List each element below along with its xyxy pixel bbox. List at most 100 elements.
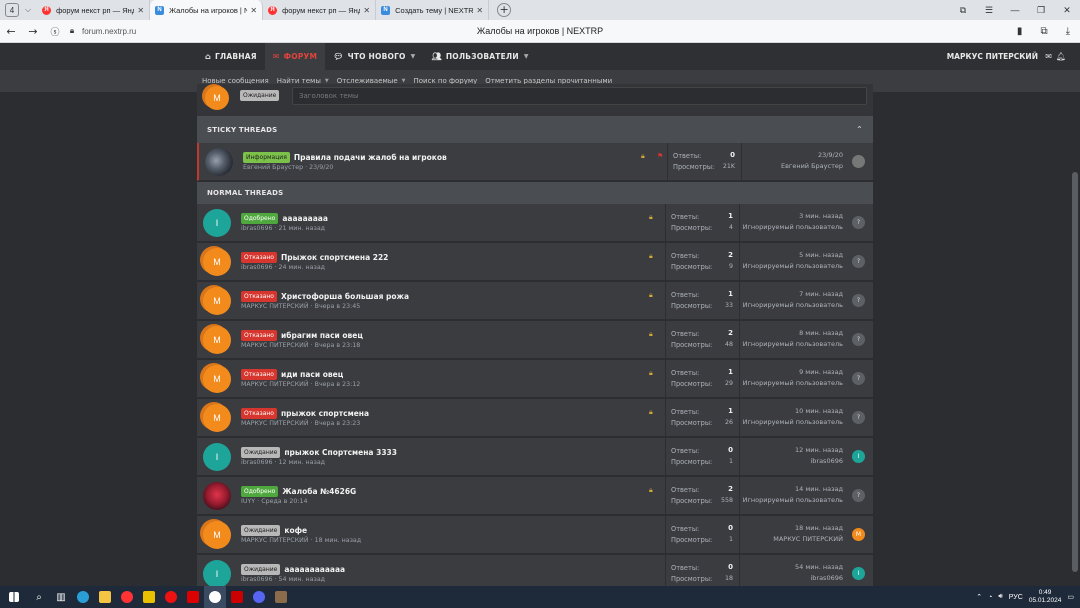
last-post-user[interactable]: ibras0696 [810,457,843,465]
status-badge[interactable]: Отказано [241,252,277,263]
thread-title[interactable]: Правила подачи жалоб на игроков [294,153,447,162]
thread-author[interactable]: ibras0696 [241,264,273,271]
avatar[interactable]: М [203,287,231,315]
thread-row[interactable]: М Ожидание кофе МАРКУС ПИТЕРСКИЙ · 18 мин. … [197,516,873,554]
close-window-button[interactable]: ✕ [1054,5,1080,16]
thread-title[interactable]: Жалоба №4626G [282,487,356,496]
tab-count-button[interactable]: 4 [5,3,19,17]
minimize-button[interactable]: — [1002,5,1028,15]
thread-date[interactable]: Вчера в 23:23 [315,420,361,427]
app2-icon[interactable] [226,586,248,608]
last-post-user[interactable]: Игнорируемый пользователь [743,262,843,270]
nav-item[interactable]: 💬︎ ЧТО НОВОГО ▼ [325,43,423,70]
last-post-avatar[interactable]: ? [852,372,865,385]
thread-author[interactable]: МАРКУС ПИТЕРСКИЙ [241,342,309,349]
thread-row[interactable]: М Отказано прыжок спортсмена МАРКУС ПИТЕРСК… [197,399,873,437]
last-post-time[interactable]: 12 мин. назад [795,446,843,454]
thread-row[interactable]: М Отказано ибрагим паси овец МАРКУС ПИТЕРСК… [197,321,873,359]
thread-author[interactable]: МАРКУС ПИТЕРСКИЙ [241,420,309,427]
thread-row[interactable]: Одобрено Жалоба №4626G IUYY · Среда в 20:1… [197,477,873,515]
status-badge[interactable]: Отказано [241,291,277,302]
file-explorer-icon[interactable] [94,586,116,608]
thread-date[interactable]: 21 мин. назад [279,225,326,232]
sticky-thread-row[interactable]: Информация Правила подачи жалоб на игроко… [197,143,873,181]
nav-item[interactable]: ✉ ФОРУМ [264,43,326,70]
back-icon[interactable]: ← [0,25,22,38]
opera-icon[interactable] [160,586,182,608]
chevron-up-icon[interactable]: ⌃ [976,593,982,601]
avatar[interactable]: М [203,248,231,276]
scrollbar-thumb[interactable] [1072,172,1078,572]
caret-down-icon[interactable]: ▼ [524,53,529,60]
last-post-avatar[interactable]: М [852,528,865,541]
chevron-up-icon[interactable]: ⌃ [856,125,863,134]
thread-date[interactable]: 18 мин. назад [315,537,362,544]
thread-date[interactable]: 23/9/20 [309,164,333,171]
app-icon[interactable] [138,586,160,608]
extensions-icon[interactable]: ⧉ [1040,26,1047,37]
thread-row[interactable]: I Ожидание аааааааааааа ibras0696 · 54 мин.… [197,555,873,586]
thread-title[interactable]: прыжок спортсмена [281,409,369,418]
thread-author[interactable]: ibras0696 [241,459,273,466]
task-view-icon[interactable]: ▥ [50,586,72,608]
thread-row[interactable]: М Отказано Христофорша большая рожа МАРКУС … [197,282,873,320]
last-post-user[interactable]: Игнорируемый пользователь [743,223,843,231]
thread-row[interactable]: I Ожидание прыжок Спортсмена 3333 ibras0696… [197,438,873,476]
last-post-avatar[interactable]: ? [852,411,865,424]
user-menu[interactable]: МАРКУС ПИТЕРСКИЙ [947,52,1038,61]
browser-tab[interactable]: N Создать тему | NEXTRP ✕ [376,0,490,20]
close-tab-icon[interactable]: ✕ [476,6,483,15]
yandex-browser-icon[interactable] [204,586,226,608]
thread-date[interactable]: Среда в 20:14 [261,498,307,505]
status-badge[interactable]: Ожидание [241,525,281,536]
status-badge[interactable]: Отказано [241,330,277,341]
forward-icon[interactable]: → [22,25,44,38]
notifications-icon[interactable]: ▭ [1067,593,1074,601]
last-post-user[interactable]: Игнорируемый пользователь [743,496,843,504]
youtube-icon[interactable] [182,586,204,608]
edge-icon[interactable] [72,586,94,608]
thread-author[interactable]: МАРКУС ПИТЕРСКИЙ [241,381,309,388]
bookmarks-icon[interactable]: ☰ [976,5,1002,16]
thread-date[interactable]: 54 мин. назад [279,576,326,583]
thread-title-input[interactable]: Заголовок темы [292,87,867,105]
last-post-avatar[interactable]: ? [852,294,865,307]
volume-icon[interactable]: 🔊︎ [998,593,1002,601]
thread-author[interactable]: МАРКУС ПИТЕРСКИЙ [241,537,309,544]
last-post-time[interactable]: 9 мин. назад [799,368,843,376]
language-indicator[interactable]: РУС [1009,594,1023,601]
last-post-avatar[interactable] [852,155,865,168]
thread-title[interactable]: Христофорша большая рожа [281,292,409,301]
thread-title[interactable]: иди паси овец [281,370,343,379]
last-post-user[interactable]: Игнорируемый пользователь [743,301,843,309]
thread-author[interactable]: ibras0696 [241,225,273,232]
network-icon[interactable]: ◔ [988,594,992,601]
status-badge[interactable]: Отказано [241,369,277,380]
caret-down-icon[interactable]: ▼ [411,53,416,60]
search-icon[interactable]: ⌕ [28,586,50,608]
last-post-time[interactable]: 8 мин. назад [799,329,843,337]
status-badge[interactable]: Ожидание [241,447,281,458]
restore-button[interactable]: ❐ [1028,5,1054,16]
last-post-avatar[interactable]: ? [852,489,865,502]
last-post-time[interactable]: 3 мин. назад [799,212,843,220]
avatar[interactable]: М [203,326,231,354]
last-post-avatar[interactable]: ? [852,216,865,229]
collections-icon[interactable]: ⧉ [950,5,976,16]
thread-date[interactable]: 12 мин. назад [279,459,326,466]
nav-item[interactable]: 👥︎ ПОЛЬЗОВАТЕЛИ ▼ [423,43,536,70]
yandex-icon[interactable] [116,586,138,608]
thread-title[interactable]: Прыжок спортсмена 222 [281,253,388,262]
avatar[interactable] [203,482,231,510]
last-post-time[interactable]: 14 мин. назад [795,485,843,493]
avatar[interactable]: I [203,560,231,586]
bell-icon[interactable]: 🔔︎ [1056,52,1066,61]
browser-tab[interactable]: N Жалобы на игроков | N ✕ [150,0,264,20]
chevron-down-icon[interactable]: ⌵ [25,5,31,15]
status-badge[interactable]: Одобрено [241,213,279,224]
close-tab-icon[interactable]: ✕ [250,6,257,15]
thread-date[interactable]: Вчера в 23:18 [315,342,361,349]
url-field[interactable]: forum.nextrp.ru [82,27,136,36]
discord-icon[interactable] [248,586,270,608]
thread-author[interactable]: МАРКУС ПИТЕРСКИЙ [241,303,309,310]
